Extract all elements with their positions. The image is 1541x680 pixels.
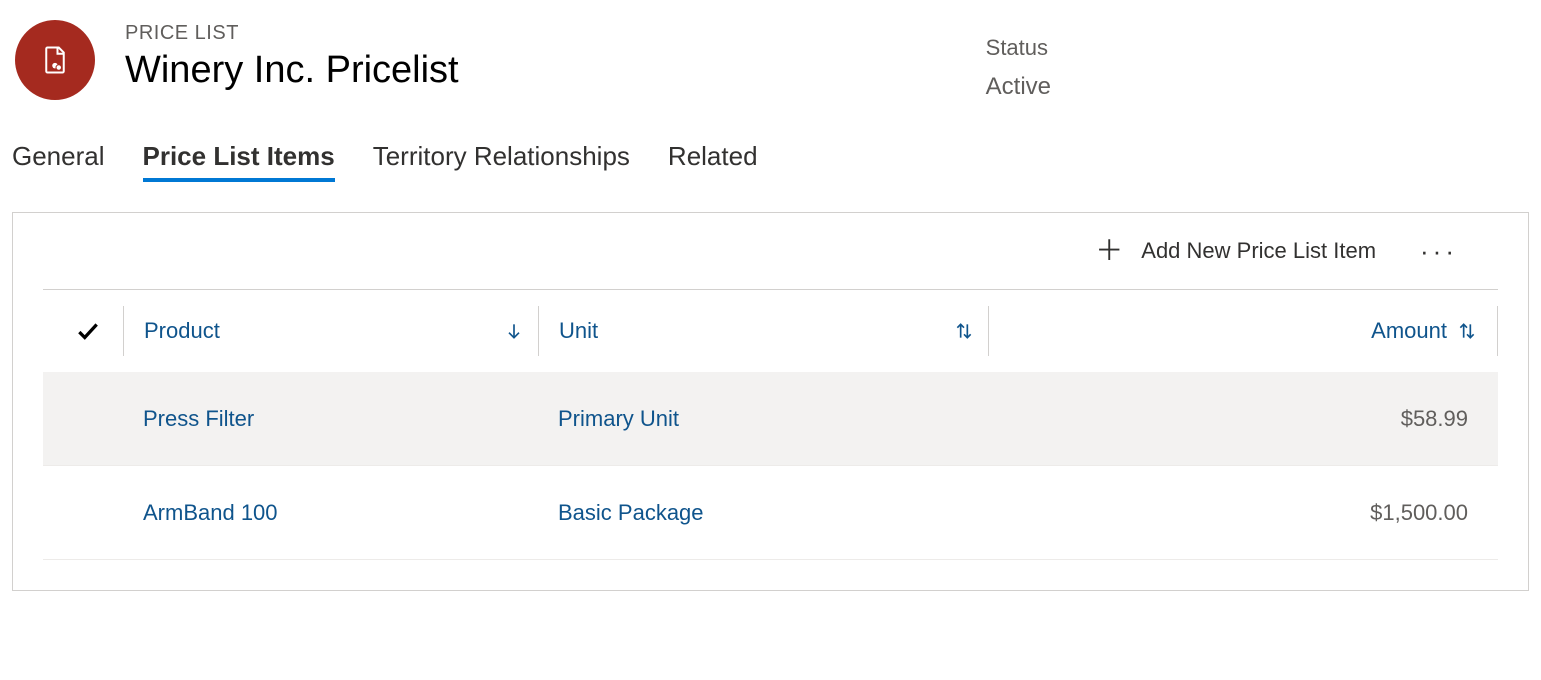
product-link[interactable]: ArmBand 100 [143,500,278,525]
status-value: Active [986,73,1051,101]
table-row[interactable]: Press Filter Primary Unit $58.99 [43,372,1498,466]
add-button-label: Add New Price List Item [1141,238,1376,264]
entity-icon [15,20,95,100]
unit-link[interactable]: Primary Unit [558,406,679,431]
sort-descending-icon [504,319,524,343]
tab-territory-relationships[interactable]: Territory Relationships [373,141,630,182]
check-icon [75,318,101,344]
form-tabs: General Price List Items Territory Relat… [10,141,1531,182]
entity-type-label: PRICE LIST [125,22,459,45]
product-link[interactable]: Press Filter [143,406,254,431]
plus-icon: ＋ [1095,237,1123,265]
grid-toolbar: ＋ Add New Price List Item ··· [43,213,1498,290]
status-field: Status Active [986,20,1051,101]
add-new-price-list-item-button[interactable]: ＋ Add New Price List Item [1091,231,1380,271]
select-all-checkbox[interactable] [53,318,123,344]
sort-toggle-icon [954,319,974,343]
tab-price-list-items[interactable]: Price List Items [143,141,335,182]
column-header-unit[interactable]: Unit [538,306,988,356]
sort-toggle-icon [1457,319,1477,343]
tab-related[interactable]: Related [668,141,758,182]
grid-body: Press Filter Primary Unit $58.99 ArmBand… [43,372,1498,560]
grid-column-headers: Product Unit Amount [13,290,1528,372]
pricelist-icon [40,45,70,75]
amount-value: $1,500.00 [988,500,1498,526]
tab-general[interactable]: General [12,141,105,182]
column-header-amount[interactable]: Amount [988,306,1498,356]
price-list-items-grid: ＋ Add New Price List Item ··· Product Un… [12,212,1529,591]
column-header-product[interactable]: Product [123,306,538,356]
unit-link[interactable]: Basic Package [558,500,704,525]
table-row[interactable]: ArmBand 100 Basic Package $1,500.00 [43,466,1498,560]
record-header: PRICE LIST Winery Inc. Pricelist Status … [10,10,1531,141]
more-commands-button[interactable]: ··· [1400,232,1468,270]
status-label: Status [986,35,1051,61]
amount-value: $58.99 [988,406,1498,432]
page-title: Winery Inc. Pricelist [125,49,459,92]
